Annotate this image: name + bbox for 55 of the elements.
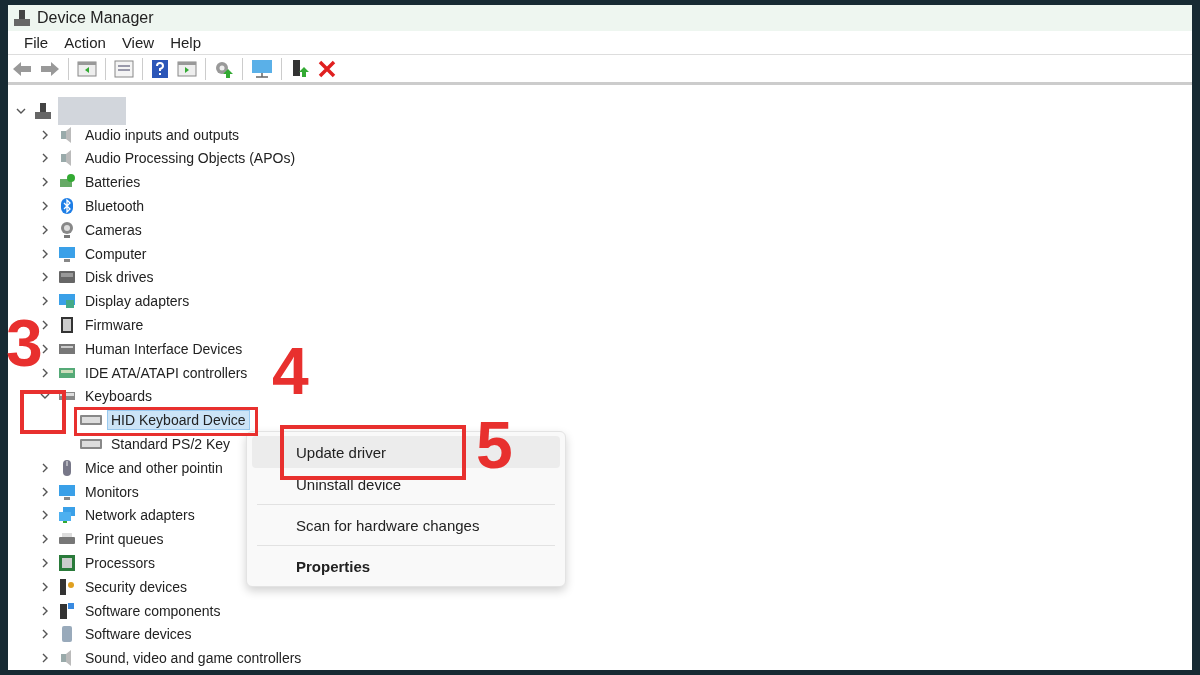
window-icon[interactable]: [77, 59, 97, 78]
keyboard-icon: [80, 437, 102, 450]
device-icon: [58, 244, 76, 263]
tree-item[interactable]: Human Interface Devices: [82, 339, 246, 358]
tree-item[interactable]: Monitors: [82, 482, 142, 501]
tree-item[interactable]: Print queues: [82, 530, 167, 549]
app-icon: [13, 8, 31, 27]
window-icon[interactable]: [177, 59, 197, 78]
menu-item[interactable]: File: [16, 34, 57, 51]
tree-item[interactable]: Computer: [82, 244, 150, 263]
tree-item[interactable]: Network adapters: [82, 506, 198, 525]
device-icon: [58, 292, 76, 311]
device-icon: [58, 220, 76, 239]
tree-item[interactable]: Display adapters: [82, 292, 193, 311]
tree-item[interactable]: Batteries: [82, 173, 144, 192]
tree-item[interactable]: Processors: [82, 553, 159, 572]
menu-item[interactable]: View: [113, 34, 163, 51]
tree-item[interactable]: Keyboards: [82, 387, 155, 406]
tree-item[interactable]: Audio Processing Objects (APOs): [82, 149, 299, 168]
tree-item[interactable]: Software components: [82, 601, 224, 620]
window-title: Device Manager: [37, 8, 154, 27]
help-icon[interactable]: [151, 58, 169, 79]
tree-item[interactable]: Audio inputs and outputs: [82, 125, 243, 144]
device-icon: [58, 315, 76, 334]
device-icon: [58, 482, 76, 501]
device-icon: [58, 577, 76, 596]
keyboard-icon: [80, 414, 102, 427]
tree-item[interactable]: Disk drives: [82, 268, 157, 287]
tree-item[interactable]: Security devices: [82, 577, 190, 596]
menu-item[interactable]: Action: [56, 34, 114, 51]
device-icon: [58, 196, 76, 215]
menu-item[interactable]: Scan for hardware changes: [252, 509, 560, 541]
close-icon[interactable]: [318, 59, 336, 78]
properties-icon[interactable]: [114, 59, 134, 78]
tree-item[interactable]: Sound, video and game controllers: [82, 649, 305, 668]
menu-item[interactable]: Properties: [252, 550, 560, 582]
back-icon[interactable]: [12, 60, 32, 77]
menu-item[interactable]: Help: [162, 34, 209, 51]
device-upload-icon[interactable]: [290, 58, 310, 79]
tree-item[interactable]: IDE ATA/ATAPI controllers: [82, 363, 251, 382]
device-icon: [58, 601, 76, 620]
device-icon: [58, 506, 76, 525]
tree-item[interactable]: Software devices: [82, 625, 195, 644]
step-number: 4: [272, 338, 309, 404]
monitor-icon[interactable]: [251, 58, 273, 79]
forward-icon[interactable]: [40, 60, 60, 77]
computer-icon: [34, 101, 52, 120]
tree-item[interactable]: Bluetooth: [82, 196, 148, 215]
annotation-box: [20, 390, 66, 434]
tree-item[interactable]: Cameras: [82, 220, 145, 239]
device-icon: [58, 553, 76, 572]
tree-item[interactable]: Standard PS/2 Key: [108, 434, 234, 453]
tree-item[interactable]: Firmware: [82, 315, 147, 334]
tree-item[interactable]: HID Keyboard Device: [108, 411, 249, 430]
tree-item[interactable]: Mice and other pointin: [82, 458, 226, 477]
